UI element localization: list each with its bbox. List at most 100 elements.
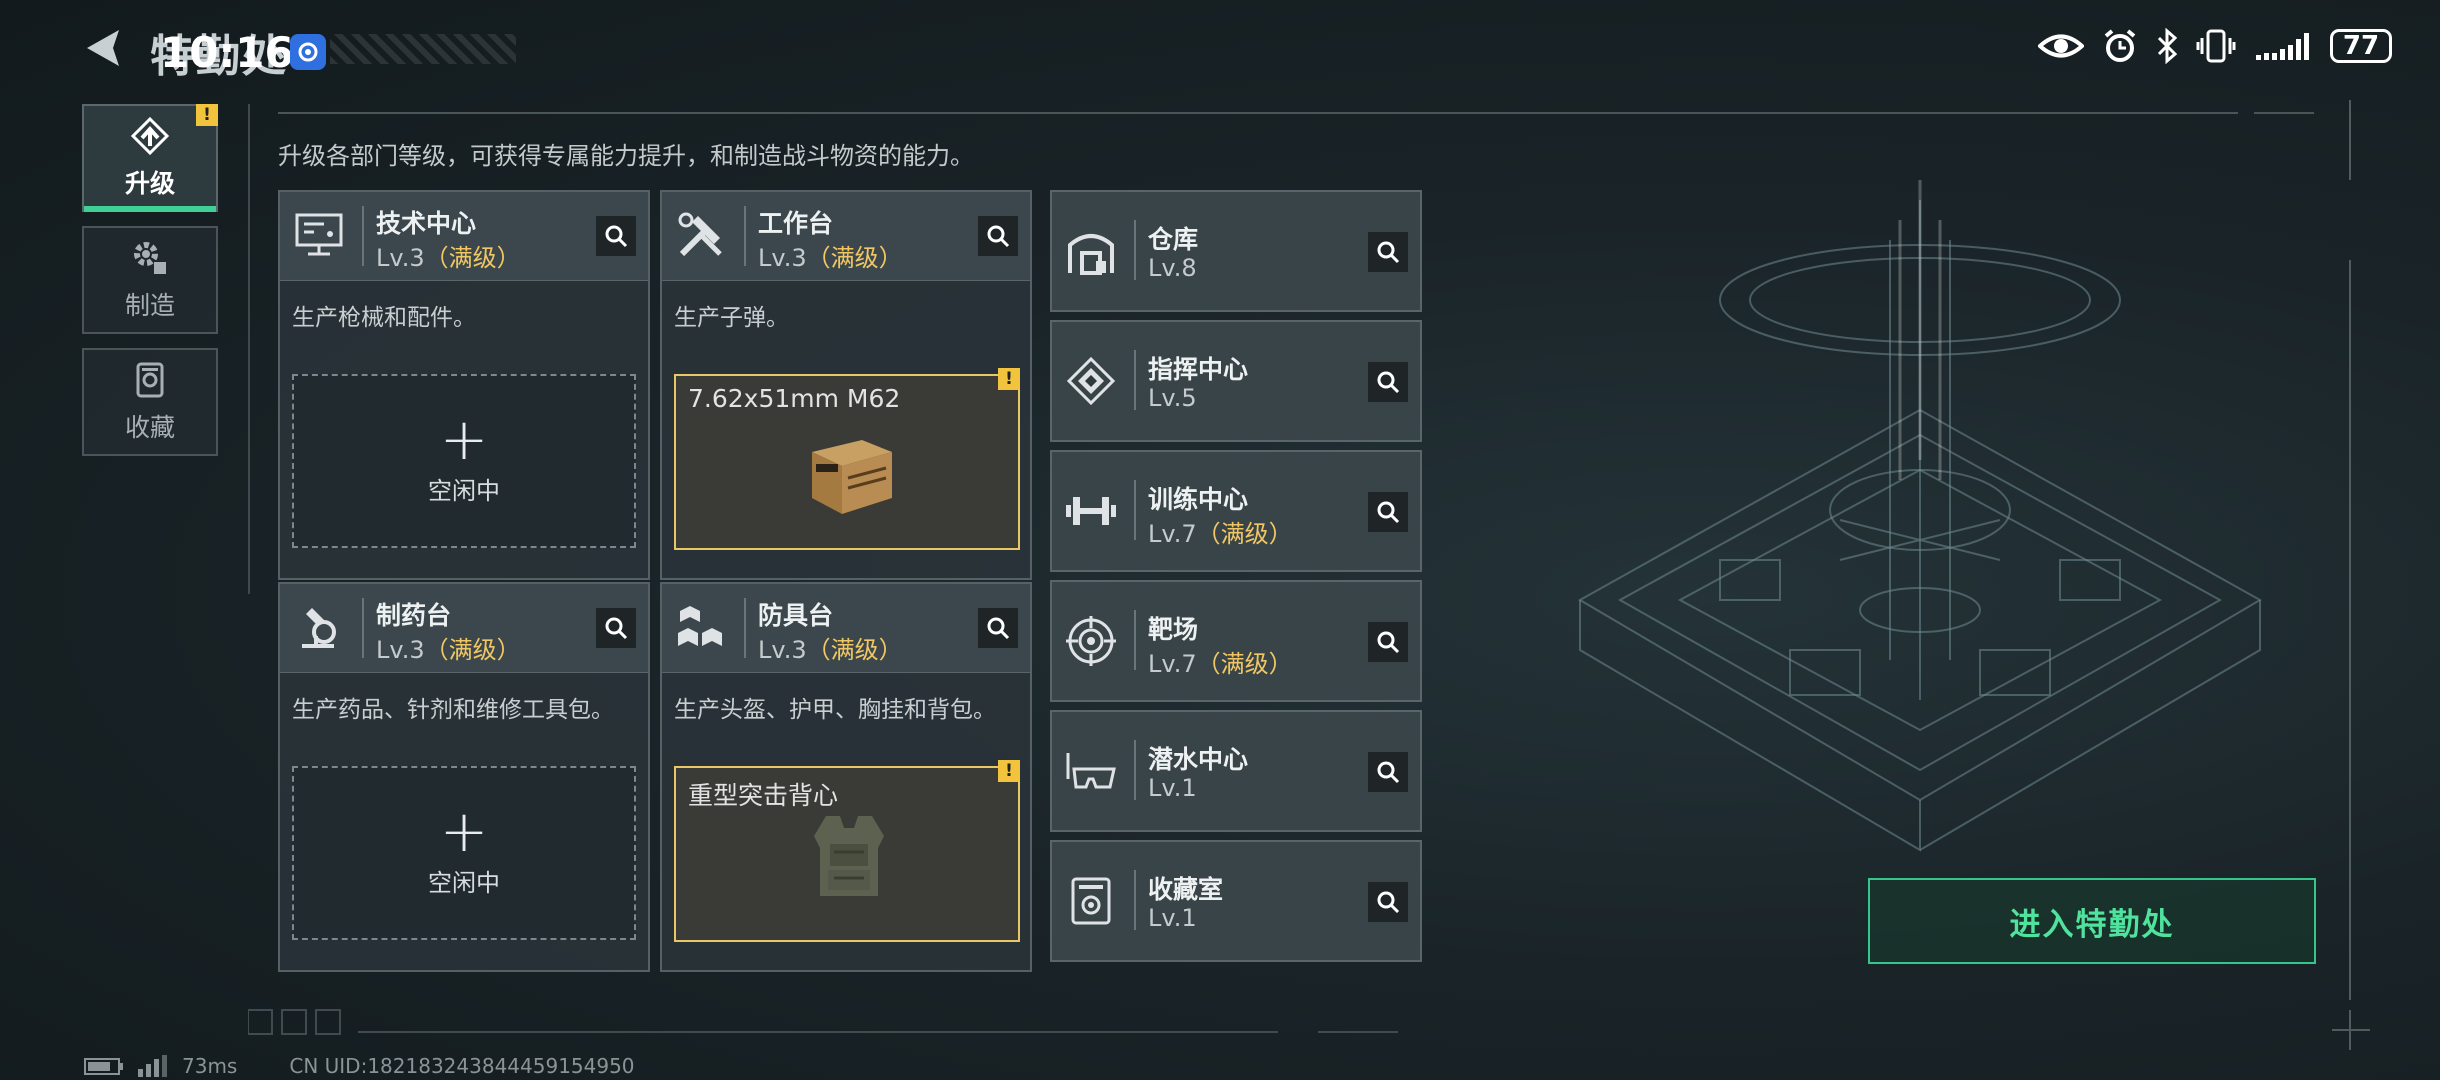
sidebar-item-label: 升级 xyxy=(124,169,175,198)
inspect-button[interactable] xyxy=(1368,232,1408,272)
sidebar-item-upgrade[interactable]: 升级 ! xyxy=(82,104,218,212)
computer-icon xyxy=(290,206,348,264)
max-level-tag: （满级） xyxy=(424,244,521,272)
battery-small-icon xyxy=(84,1058,123,1075)
search-icon xyxy=(1377,371,1400,394)
department-card-tech-center: 技术中心 Lv.3（满级） 生产枪械和配件。 + 空闲中 xyxy=(278,190,650,580)
max-level-tag: （满级） xyxy=(806,244,903,272)
card-title: 制药台 xyxy=(376,601,452,630)
inspect-button[interactable] xyxy=(1368,622,1408,662)
facility-card-warehouse: 仓库 Lv.8 xyxy=(1050,190,1422,312)
card-title: 技术中心 xyxy=(376,209,477,238)
header-divider-end xyxy=(2254,112,2314,114)
card-description: 生产药品、针剂和维修工具包。 xyxy=(292,697,614,723)
card-title: 指挥中心 xyxy=(1148,355,1249,384)
warning-badge: ! xyxy=(998,760,1020,782)
card-title: 仓库 xyxy=(1148,225,1199,254)
eye-icon xyxy=(2038,34,2084,58)
sidebar-item-label: 制造 xyxy=(124,291,175,320)
card-header: 防具台 Lv.3（满级） xyxy=(662,584,1030,673)
card-level: Lv.3（满级） xyxy=(376,244,521,272)
dumbbell-icon xyxy=(1062,482,1120,540)
card-level: Lv.1 xyxy=(1148,904,1197,932)
card-level: Lv.1 xyxy=(1148,774,1197,802)
enter-special-ops-button[interactable]: 进入特勤处 xyxy=(1868,878,2316,964)
card-title: 潜水中心 xyxy=(1148,745,1249,774)
card-description: 生产枪械和配件。 xyxy=(292,305,476,331)
card-header: 工作台 Lv.3（满级） xyxy=(662,192,1030,281)
inspect-button[interactable] xyxy=(596,608,636,648)
slot-item-name: 重型突击背心 xyxy=(688,781,839,810)
card-level: Lv.8 xyxy=(1148,254,1197,282)
inspect-button[interactable] xyxy=(978,608,1018,648)
add-icon: + xyxy=(439,404,489,473)
headquarters-blueprint-illustration xyxy=(1577,180,2263,852)
collection-icon xyxy=(136,362,164,398)
back-button[interactable] xyxy=(78,22,128,74)
inspect-button[interactable] xyxy=(978,216,1018,256)
upgrade-icon xyxy=(130,116,170,156)
slot-status: 空闲中 xyxy=(428,868,500,897)
facility-card-shooting-range: 靶场 Lv.7（满级） xyxy=(1050,580,1422,702)
bottom-decoration xyxy=(248,1009,1398,1035)
microscope-icon xyxy=(290,598,348,656)
facility-card-training-center: 训练中心 Lv.7（满级） xyxy=(1050,450,1422,572)
slot-item-name: 7.62x51mm M62 xyxy=(688,384,901,413)
department-card-armor-bench: 防具台 Lv.3（满级） 生产头盔、护甲、胸挂和背包。 重型突击背心 ! xyxy=(660,582,1032,972)
tools-icon xyxy=(672,206,730,264)
inspect-button[interactable] xyxy=(1368,882,1408,922)
inspect-button[interactable] xyxy=(1368,362,1408,402)
card-description: 生产头盔、护甲、胸挂和背包。 xyxy=(674,697,996,723)
system-status-bar: 77 xyxy=(2038,28,2392,64)
card-header: 技术中心 Lv.3（满级） xyxy=(280,192,648,281)
card-title: 训练中心 xyxy=(1148,485,1249,514)
card-level: Lv.3（满级） xyxy=(758,244,903,272)
search-icon xyxy=(987,617,1010,640)
card-level: Lv.7（满级） xyxy=(1148,520,1293,548)
facility-card-diving-center: 潜水中心 Lv.1 xyxy=(1050,710,1422,832)
bluetooth-icon xyxy=(2157,28,2178,64)
craft-gear-icon xyxy=(134,242,166,274)
diving-mask-icon xyxy=(1062,742,1120,800)
card-level: Lv.7（满级） xyxy=(1148,650,1293,678)
alarm-icon xyxy=(2104,29,2136,62)
production-slot-empty[interactable]: + 空闲中 xyxy=(292,374,636,548)
ping-value: 73ms xyxy=(182,1054,238,1078)
inspect-button[interactable] xyxy=(596,216,636,256)
sidebar-item-craft[interactable]: 制造 xyxy=(82,226,218,334)
back-arrow-icon xyxy=(87,30,119,66)
sidebar-item-collection[interactable]: 收藏 xyxy=(82,348,218,456)
warning-badge: ! xyxy=(196,104,218,126)
card-title: 工作台 xyxy=(758,209,834,238)
warehouse-icon xyxy=(1062,222,1120,280)
production-slot-empty[interactable]: + 空闲中 xyxy=(292,766,636,940)
search-icon xyxy=(1377,761,1400,784)
app-badge-icon xyxy=(290,34,326,70)
search-icon xyxy=(1377,241,1400,264)
department-card-pharmacy: 制药台 Lv.3（满级） 生产药品、针剂和维修工具包。 + 空闲中 xyxy=(278,582,650,972)
card-title: 防具台 xyxy=(758,601,834,630)
slot-status: 空闲中 xyxy=(428,476,500,505)
max-level-tag: （满级） xyxy=(1196,520,1293,548)
max-level-tag: （满级） xyxy=(806,636,903,664)
inspect-button[interactable] xyxy=(1368,492,1408,532)
title-decoration xyxy=(330,34,516,64)
sidebar-divider xyxy=(248,104,250,594)
player-uid: CN UID:1821832438444591549​50 xyxy=(289,1054,635,1078)
right-edge-decoration xyxy=(2332,100,2370,1050)
signal-icon xyxy=(2256,33,2309,60)
target-icon xyxy=(1062,612,1120,670)
card-description: 生产子弹。 xyxy=(674,305,789,331)
signal-small-icon xyxy=(138,1055,167,1077)
search-icon xyxy=(987,225,1010,248)
card-header: 制药台 Lv.3（满级） xyxy=(280,584,648,673)
search-icon xyxy=(1377,631,1400,654)
boxes-icon xyxy=(672,598,730,656)
warning-badge: ! xyxy=(998,368,1020,390)
inspect-button[interactable] xyxy=(1368,752,1408,792)
battery-indicator: 77 xyxy=(2330,29,2392,63)
production-slot-active[interactable]: 重型突击背心 ! xyxy=(674,760,1020,942)
card-level: Lv.3（满级） xyxy=(758,636,903,664)
armor-vest-icon xyxy=(814,816,884,896)
production-slot-active[interactable]: 7.62x51mm M62 ! xyxy=(674,368,1020,550)
